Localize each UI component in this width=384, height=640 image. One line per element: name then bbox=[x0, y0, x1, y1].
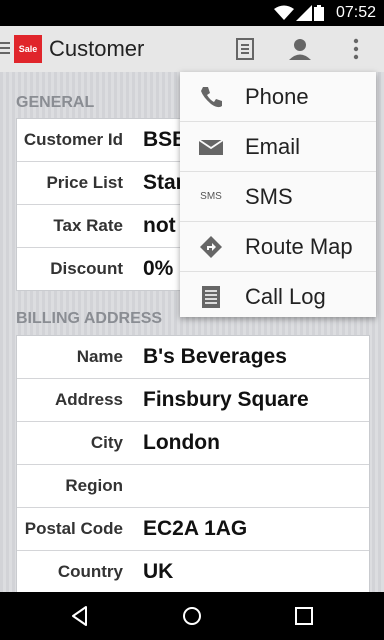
recents-icon[interactable] bbox=[292, 604, 316, 628]
field-label: Region bbox=[65, 476, 123, 495]
field-label: Customer Id bbox=[23, 130, 123, 149]
menu-item-label: SMS bbox=[245, 183, 293, 209]
field-label: Country bbox=[57, 562, 123, 581]
field-value: Finsbury Square bbox=[143, 388, 309, 411]
app-bar: Sale Customer bbox=[0, 26, 384, 72]
field-label: Name bbox=[76, 347, 123, 366]
field-value: B's Beverages bbox=[143, 345, 287, 368]
field-label: Tax Rate bbox=[53, 216, 123, 235]
field-value: not bbox=[143, 214, 176, 237]
menu-item-label: Email bbox=[245, 133, 301, 159]
overflow-menu-icon[interactable] bbox=[343, 36, 369, 62]
table-row: Region bbox=[17, 465, 369, 508]
sms-icon: SMS bbox=[200, 191, 222, 202]
page-title: Customer bbox=[49, 36, 145, 61]
menu-item-call-log[interactable]: Call Log bbox=[180, 272, 376, 321]
wifi-icon bbox=[274, 5, 294, 20]
section-general-heading: GENERAL bbox=[16, 94, 95, 111]
app-logo: Sale bbox=[14, 35, 42, 63]
field-label: Address bbox=[54, 390, 123, 409]
menu-item-phone[interactable]: Phone bbox=[180, 72, 376, 122]
status-bar: 07:52 bbox=[0, 0, 384, 26]
field-label: Postal Code bbox=[24, 519, 123, 538]
system-nav-bar bbox=[0, 592, 384, 640]
field-value: London bbox=[143, 431, 220, 454]
list-icon bbox=[202, 285, 220, 308]
signal-icon bbox=[296, 5, 312, 21]
billing-table: Name B's Beverages Address Finsbury Square… bbox=[16, 335, 370, 594]
contact-icon[interactable] bbox=[287, 36, 313, 62]
clock: 07:52 bbox=[335, 4, 376, 21]
field-label: Discount bbox=[50, 259, 123, 278]
document-icon[interactable] bbox=[232, 36, 258, 62]
field-label: City bbox=[90, 433, 123, 452]
section-billing-heading: BILLING ADDRESS bbox=[16, 310, 163, 327]
back-icon[interactable] bbox=[68, 604, 92, 628]
home-icon[interactable] bbox=[180, 604, 204, 628]
menu-item-label: Route Map bbox=[245, 233, 353, 259]
directions-icon bbox=[200, 235, 222, 258]
menu-item-route-map[interactable]: Route Map bbox=[180, 222, 376, 272]
menu-item-label: Call Log bbox=[245, 283, 326, 309]
table-row: Address Finsbury Square bbox=[17, 379, 369, 422]
battery-icon bbox=[314, 5, 324, 21]
field-value: 0% bbox=[143, 257, 174, 280]
field-value: UK bbox=[143, 560, 174, 583]
menu-item-sms[interactable]: SMS SMS bbox=[180, 172, 376, 222]
menu-item-email[interactable]: Email bbox=[180, 122, 376, 172]
menu-item-label: Phone bbox=[245, 83, 309, 109]
phone-icon bbox=[201, 86, 222, 107]
field-label: Price List bbox=[46, 173, 123, 192]
table-row: Country UK bbox=[17, 551, 369, 593]
field-value: EC2A 1AG bbox=[143, 517, 248, 540]
contact-popup-menu: Phone Email SMS SMS Route Map Call Log bbox=[180, 72, 376, 317]
email-icon bbox=[198, 138, 224, 155]
table-row: Name B's Beverages bbox=[17, 336, 369, 379]
drawer-icon[interactable] bbox=[0, 42, 10, 57]
table-row: City London bbox=[17, 422, 369, 465]
table-row: Postal Code EC2A 1AG bbox=[17, 508, 369, 551]
